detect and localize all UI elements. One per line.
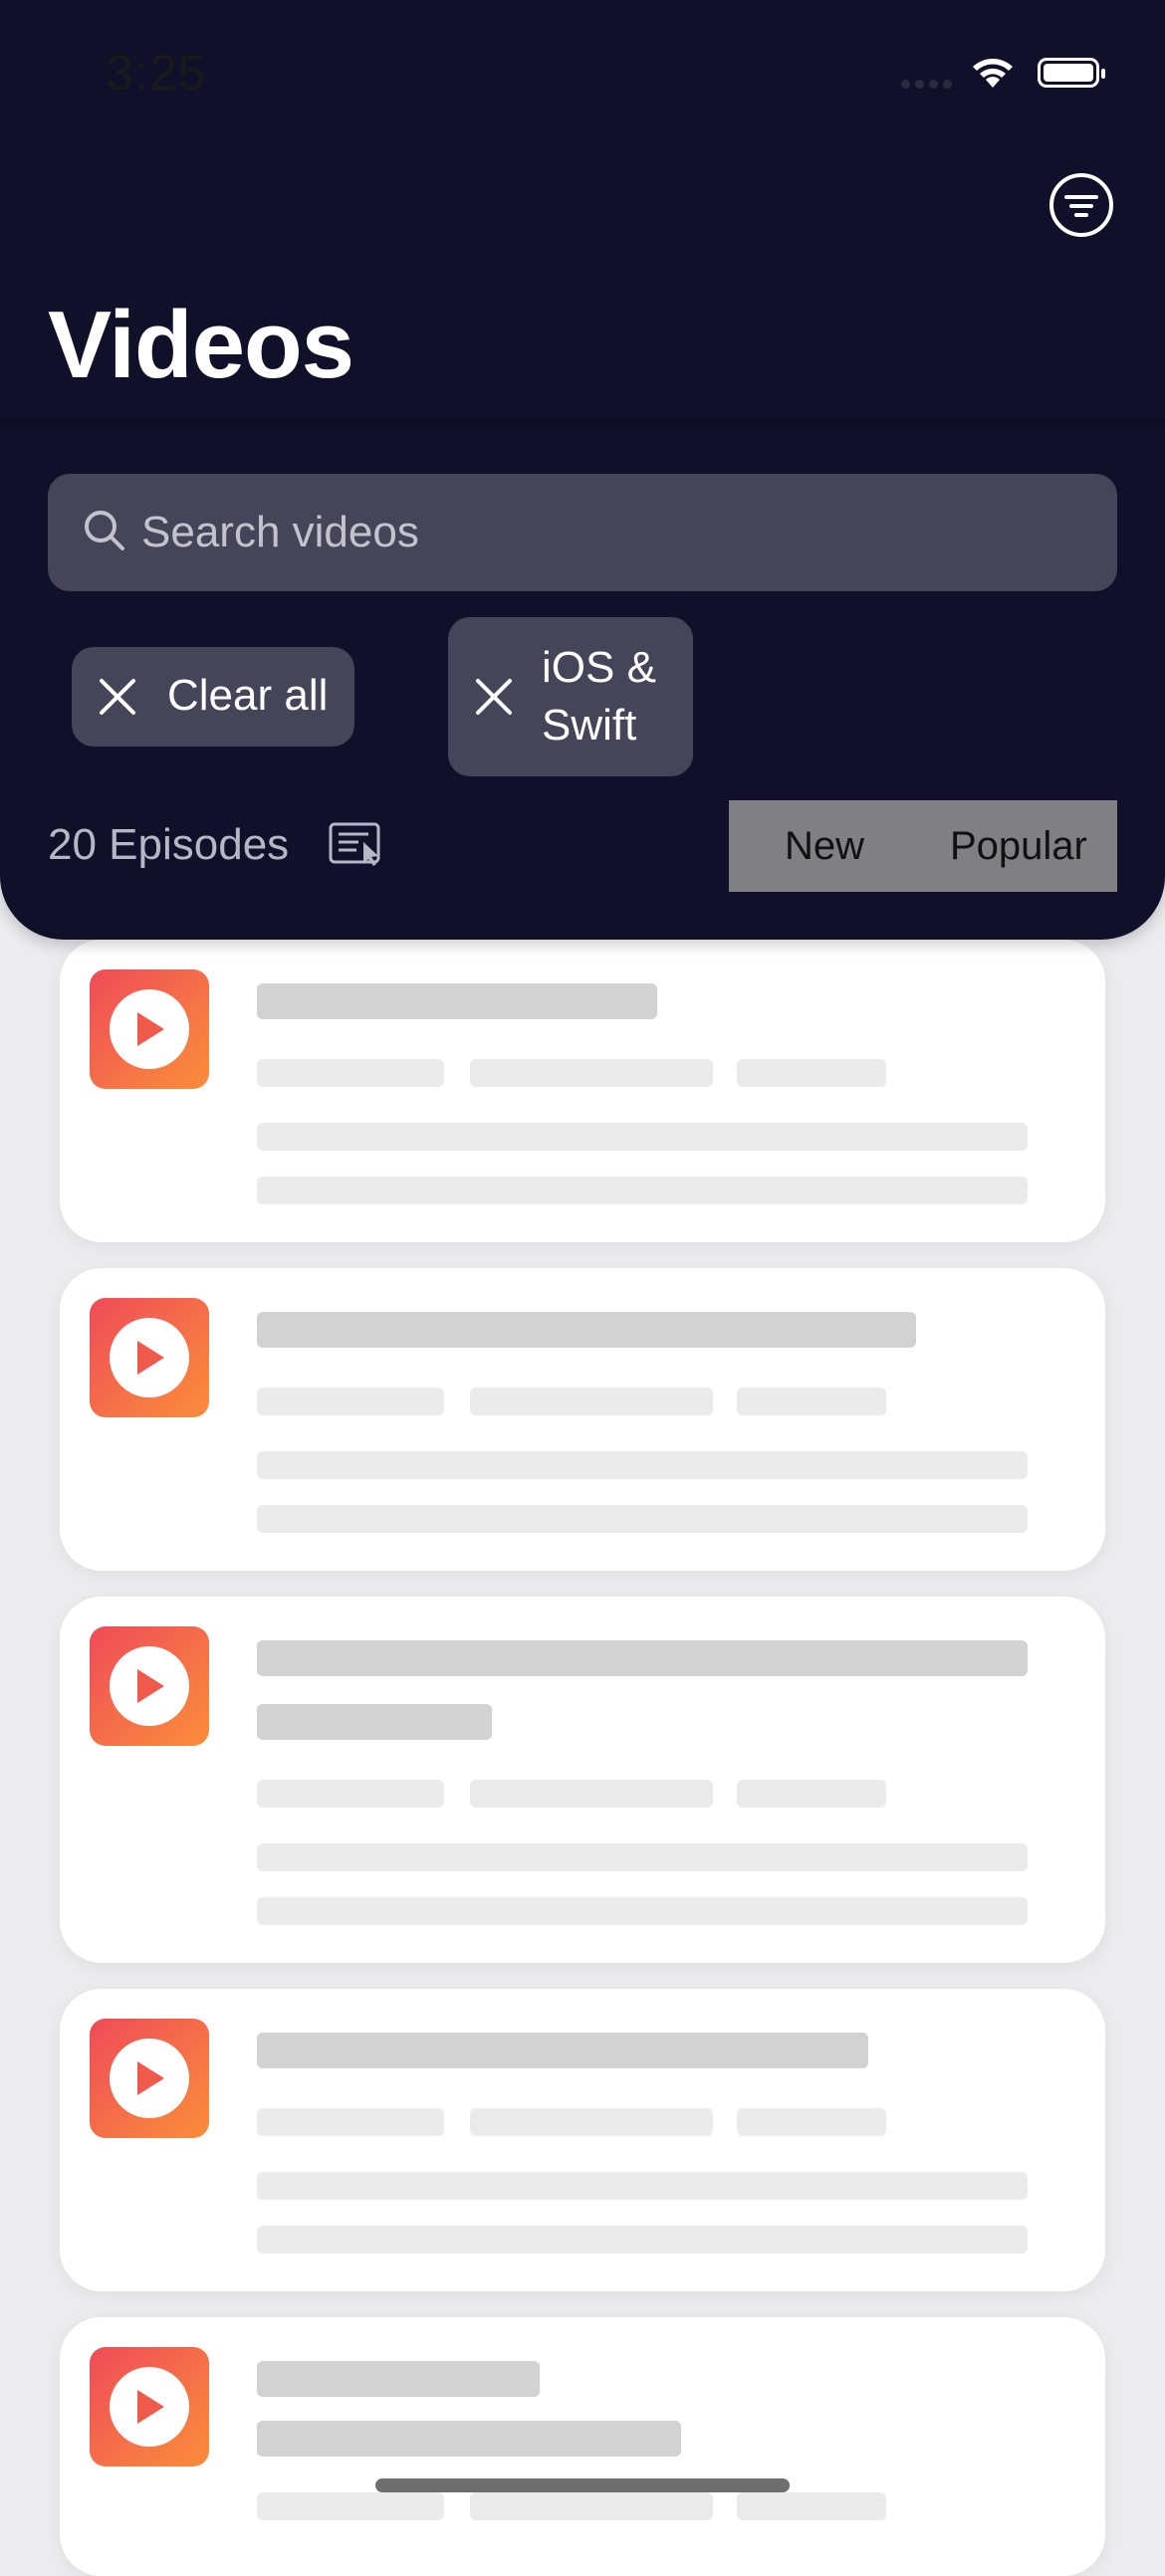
filter-button[interactable] [1048, 171, 1115, 239]
skeleton-meta [470, 1059, 713, 1087]
search-icon [85, 511, 124, 550]
skeleton-meta [257, 2108, 444, 2136]
clear-all-chip[interactable]: Clear all [72, 647, 354, 747]
skeleton-meta [470, 2492, 713, 2520]
play-icon [90, 2347, 209, 2467]
episode-count: 20 Episodes [48, 820, 290, 869]
list-item[interactable] [60, 940, 1105, 1242]
page-title: Videos [48, 292, 354, 398]
search-placeholder: Search videos [141, 508, 419, 556]
play-icon [90, 1298, 209, 1417]
title-divider [0, 418, 1165, 430]
skeleton-meta [470, 1780, 713, 1808]
sort-option-new[interactable]: New [785, 824, 864, 869]
skeleton-meta [737, 1780, 886, 1808]
skeleton-description [257, 2172, 1028, 2200]
skeleton-description [257, 1897, 1028, 1925]
skeleton-meta [257, 1059, 444, 1087]
header: 3:25 Videos Search videos Clear all iOS … [0, 0, 1165, 940]
list-item[interactable] [60, 1597, 1105, 1963]
skeleton-meta [257, 2492, 444, 2520]
sort-segmented-control[interactable]: New Popular [729, 800, 1117, 892]
cellular-signal-icon [901, 76, 957, 94]
skeleton-title [257, 2033, 868, 2068]
filter-chip-ios-swift[interactable]: iOS & Swift [448, 617, 693, 776]
chip-label: iOS & Swift [542, 643, 656, 750]
skeleton-title [257, 1640, 1028, 1676]
download-list-icon [329, 822, 380, 866]
close-icon [100, 679, 135, 715]
play-icon [90, 1626, 209, 1746]
skeleton-title [257, 2361, 540, 2397]
status-bar: 3:25 [0, 0, 1165, 139]
list-item[interactable] [60, 2317, 1105, 2576]
home-indicator[interactable] [375, 2478, 790, 2492]
skeleton-description [257, 1451, 1028, 1479]
list-item[interactable] [60, 1989, 1105, 2291]
search-input[interactable]: Search videos [48, 474, 1117, 591]
skeleton-description [257, 1505, 1028, 1533]
skeleton-description [257, 2226, 1028, 2254]
download-list-button[interactable] [329, 822, 382, 871]
chip-label: Clear all [167, 671, 329, 720]
close-icon [476, 679, 512, 715]
sort-option-popular[interactable]: Popular [950, 824, 1087, 869]
list-item[interactable] [60, 1268, 1105, 1571]
skeleton-meta [470, 2108, 713, 2136]
skeleton-description [257, 1177, 1028, 1204]
battery-icon [1038, 58, 1105, 88]
filter-icon [1049, 173, 1113, 237]
play-icon [90, 969, 209, 1089]
skeleton-meta [257, 1780, 444, 1808]
skeleton-title [257, 1312, 916, 1348]
skeleton-title [257, 983, 657, 1019]
wifi-icon [968, 52, 1018, 95]
skeleton-description [257, 1843, 1028, 1871]
status-time: 3:25 [106, 45, 207, 101]
skeleton-meta [737, 2492, 886, 2520]
skeleton-title [257, 2421, 681, 2457]
skeleton-meta [470, 1388, 713, 1415]
skeleton-meta [737, 1388, 886, 1415]
skeleton-meta [737, 2108, 886, 2136]
skeleton-description [257, 1123, 1028, 1151]
skeleton-title [257, 1704, 492, 1740]
skeleton-meta [737, 1059, 886, 1087]
skeleton-meta [257, 1388, 444, 1415]
play-icon [90, 2019, 209, 2138]
